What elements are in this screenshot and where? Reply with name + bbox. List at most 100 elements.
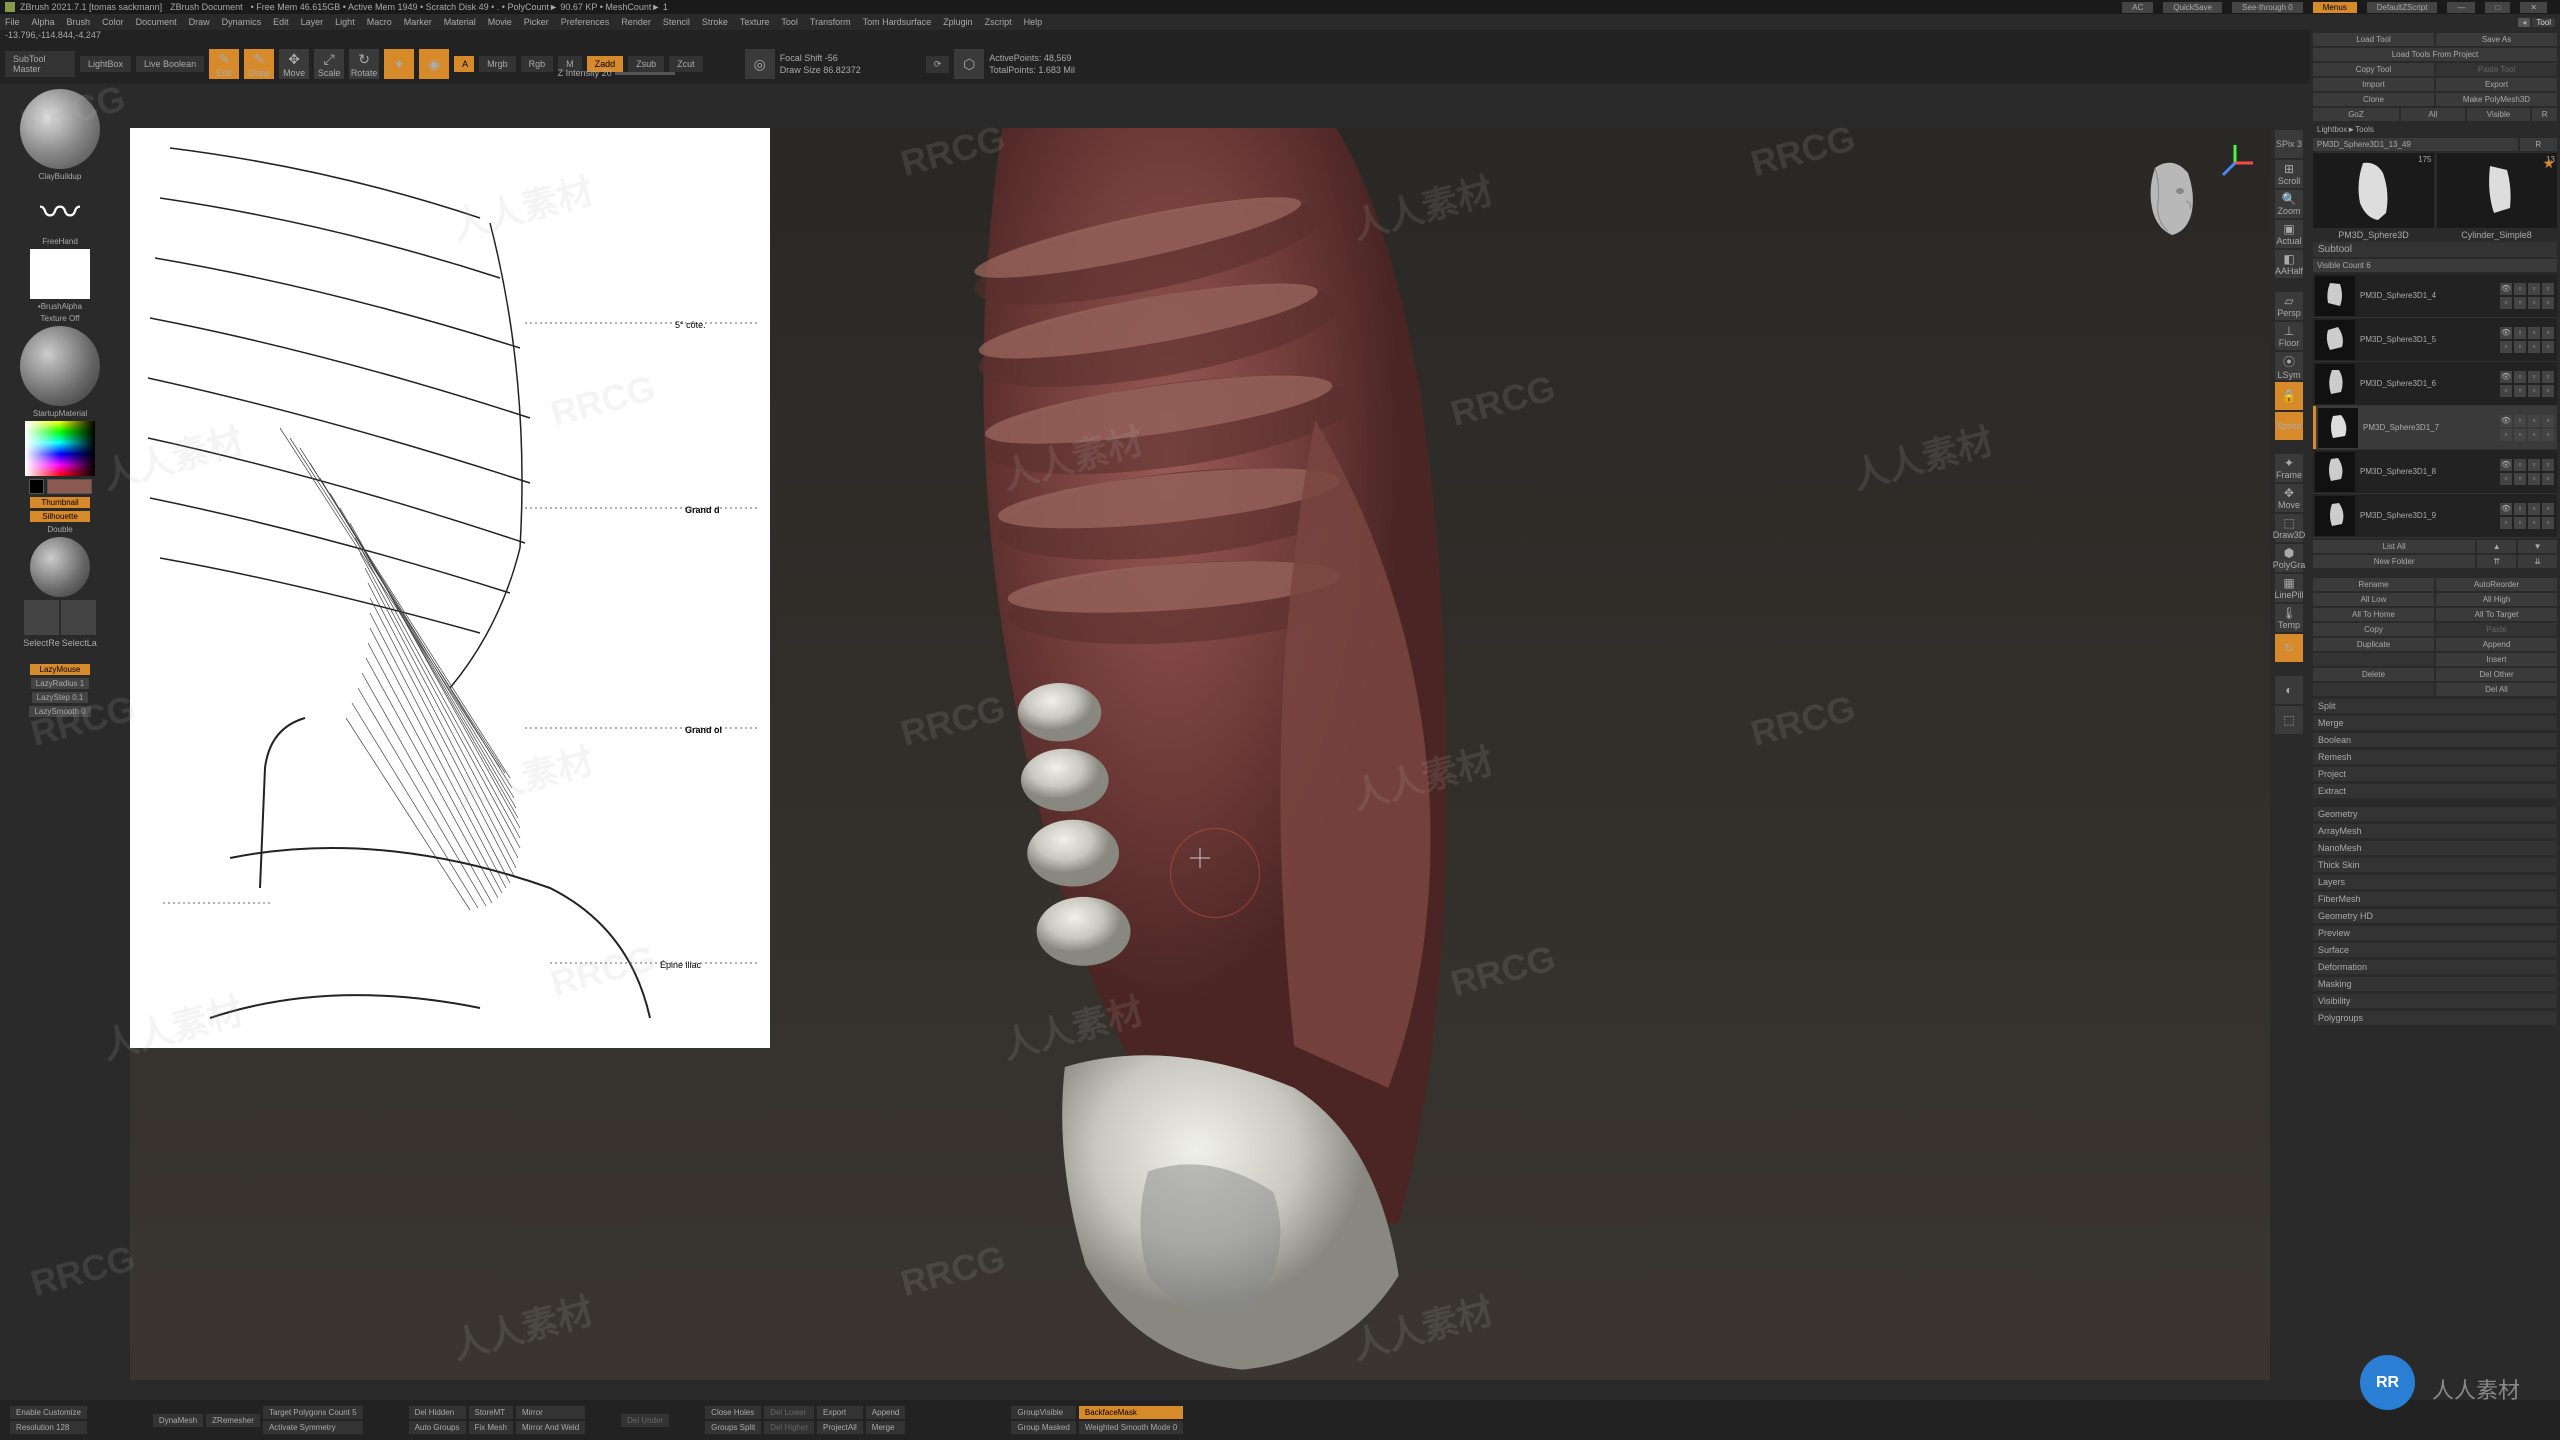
tool-thumb-1[interactable]: 13 ★ xyxy=(2437,153,2558,228)
goz-r-button[interactable]: R xyxy=(2532,108,2557,121)
lightbox-tools-label[interactable]: Lightbox►Tools xyxy=(2313,123,2557,136)
menu-marker[interactable]: Marker xyxy=(404,17,432,27)
color-picker[interactable] xyxy=(25,421,95,476)
lazyradius-slider[interactable]: LazyRadius 1 xyxy=(31,678,89,689)
menu-layer[interactable]: Layer xyxy=(301,17,324,27)
quicksave-button[interactable]: QuickSave xyxy=(2163,2,2222,13)
movedown-button[interactable]: ⇊ xyxy=(2518,555,2557,568)
delother-button[interactable]: Del Other xyxy=(2436,668,2557,681)
right-dock-tool[interactable]: Tool xyxy=(2532,18,2555,27)
resolution-slider[interactable]: Resolution 128 xyxy=(10,1421,87,1434)
menu-macro[interactable]: Macro xyxy=(367,17,392,27)
draw-size-slider[interactable]: Draw Size 86.82372 xyxy=(780,65,861,75)
allhigh-button[interactable]: All High xyxy=(2436,593,2557,606)
groupvisible-button[interactable]: GroupVisible xyxy=(1011,1406,1075,1419)
paste-tool-button[interactable]: Paste Tool xyxy=(2436,63,2557,76)
floor-button[interactable]: ⊥Floor xyxy=(2275,322,2303,350)
weighted-smooth-slider[interactable]: Weighted Smooth Mode 0 xyxy=(1079,1421,1183,1434)
menu-light[interactable]: Light xyxy=(335,17,355,27)
load-tools-project-button[interactable]: Load Tools From Project xyxy=(2313,48,2557,61)
menu-tool[interactable]: Tool xyxy=(781,17,798,27)
geometryhd-section[interactable]: Geometry HD xyxy=(2313,909,2557,923)
menu-render[interactable]: Render xyxy=(621,17,651,27)
insert-button[interactable]: Insert xyxy=(2436,653,2557,666)
clone-button[interactable]: Clone xyxy=(2313,93,2434,106)
menu-zplugin[interactable]: Zplugin xyxy=(943,17,973,27)
boolean-section[interactable]: Boolean xyxy=(2313,733,2557,747)
duplicate-button[interactable]: Duplicate xyxy=(2313,638,2434,651)
subtool-header[interactable]: Subtool xyxy=(2313,242,2557,257)
z-intensity-slider[interactable]: Z Intensity 20 xyxy=(558,68,612,78)
focal-icon-button[interactable]: ◎ xyxy=(745,49,775,79)
make-polymesh-button[interactable]: Make PolyMesh3D xyxy=(2436,93,2557,106)
merge-bottom-button[interactable]: Merge xyxy=(866,1421,906,1434)
copy-tool-button[interactable]: Copy Tool xyxy=(2313,63,2434,76)
dellower-button[interactable]: Del Lower xyxy=(764,1406,814,1419)
minimize-button[interactable]: — xyxy=(2447,2,2475,13)
delhidden-button[interactable]: Del Hidden xyxy=(409,1406,466,1419)
goz-visible-button[interactable]: Visible xyxy=(2467,108,2531,121)
menu-draw[interactable]: Draw xyxy=(189,17,210,27)
axis-gizmo[interactable] xyxy=(2215,143,2255,183)
export-button[interactable]: Export xyxy=(2436,78,2557,91)
viewport[interactable]: 5° côte. Grand d Grand ol Épine iliac xyxy=(130,128,2270,1380)
selrect-button[interactable]: ⬚ xyxy=(2275,706,2303,734)
lazymouse-button[interactable]: LazyMouse xyxy=(30,664,90,675)
menu-tomhardsurface[interactable]: Tom Hardsurface xyxy=(863,17,932,27)
append-button[interactable]: Append xyxy=(2436,638,2557,651)
sticky-button[interactable]: ◉ xyxy=(419,49,449,79)
deformation-section[interactable]: Deformation xyxy=(2313,960,2557,974)
mirrorweld-button[interactable]: Mirror And Weld xyxy=(516,1421,585,1434)
aahalf-button[interactable]: ◧AAHalf xyxy=(2275,250,2303,278)
fibermesh-section[interactable]: FiberMesh xyxy=(2313,892,2557,906)
menu-alpha[interactable]: Alpha xyxy=(32,17,55,27)
lock-button[interactable]: 🔒 xyxy=(2275,382,2303,410)
append-bottom-button[interactable]: Append xyxy=(866,1406,906,1419)
silhouette-button[interactable]: Silhouette xyxy=(30,511,90,522)
moveview-button[interactable]: ✥Move xyxy=(2275,484,2303,512)
target-polygons-slider[interactable]: Target Polygons Count 5 xyxy=(263,1406,363,1419)
actual-button[interactable]: ▣Actual xyxy=(2275,220,2303,248)
zoom-button[interactable]: 🔍Zoom xyxy=(2275,190,2303,218)
a-button[interactable]: A xyxy=(454,56,474,72)
zremesher-button[interactable]: ZRemesher xyxy=(206,1414,260,1427)
dynamic-button[interactable]: ⟳ xyxy=(926,56,950,73)
visibility-section[interactable]: Visibility xyxy=(2313,994,2557,1008)
menu-zscript[interactable]: Zscript xyxy=(985,17,1012,27)
menu-file[interactable]: File xyxy=(5,17,20,27)
backfacemask-button[interactable]: BackfaceMask xyxy=(1079,1406,1183,1419)
seethrough-button[interactable]: See-through 0 xyxy=(2232,2,2303,13)
maximize-button[interactable]: □ xyxy=(2485,2,2510,13)
edit-button[interactable]: ✎Edit xyxy=(209,49,239,79)
alltotarget-button[interactable]: All To Target xyxy=(2436,608,2557,621)
menu-texture[interactable]: Texture xyxy=(740,17,770,27)
persp-button[interactable]: ▱Persp xyxy=(2275,292,2303,320)
paste-button[interactable]: Paste xyxy=(2436,623,2557,636)
groupssplit-button[interactable]: Groups Split xyxy=(705,1421,761,1434)
menu-material[interactable]: Material xyxy=(444,17,476,27)
eye-icon[interactable]: 👁 xyxy=(2500,283,2512,295)
menu-help[interactable]: Help xyxy=(1024,17,1043,27)
moveup-button[interactable]: ⇈ xyxy=(2477,555,2516,568)
export-bottom-button[interactable]: Export xyxy=(817,1406,863,1419)
subtool-item-3[interactable]: PM3D_Sphere3D1_7 👁▫▫▫▫▫▫▫ xyxy=(2313,406,2557,450)
down-button[interactable]: ▼ xyxy=(2518,540,2557,553)
merge-section[interactable]: Merge xyxy=(2313,716,2557,730)
enable-customize-button[interactable]: Enable Customize xyxy=(10,1406,87,1419)
masking-section[interactable]: Masking xyxy=(2313,977,2557,991)
camera-head-reference[interactable] xyxy=(2130,153,2210,243)
goz-button[interactable]: GoZ xyxy=(2313,108,2399,121)
menu-edit[interactable]: Edit xyxy=(273,17,289,27)
menu-stroke[interactable]: Stroke xyxy=(702,17,728,27)
subtool-item-0[interactable]: PM3D_Sphere3D1_4 👁▫▫▫▫▫▫▫ xyxy=(2313,274,2557,318)
select-lasso-button[interactable] xyxy=(61,600,96,635)
menu-preferences[interactable]: Preferences xyxy=(561,17,610,27)
alltohome-button[interactable]: All To Home xyxy=(2313,608,2434,621)
tool-thumb-0[interactable]: 175 xyxy=(2313,153,2434,228)
import-button[interactable]: Import xyxy=(2313,78,2434,91)
thickskin-section[interactable]: Thick Skin xyxy=(2313,858,2557,872)
menus-button[interactable]: Menus xyxy=(2313,2,2357,13)
menu-stencil[interactable]: Stencil xyxy=(663,17,690,27)
temp-button[interactable]: 🌡Temp xyxy=(2275,604,2303,632)
newfolder-button[interactable]: New Folder xyxy=(2313,555,2475,568)
